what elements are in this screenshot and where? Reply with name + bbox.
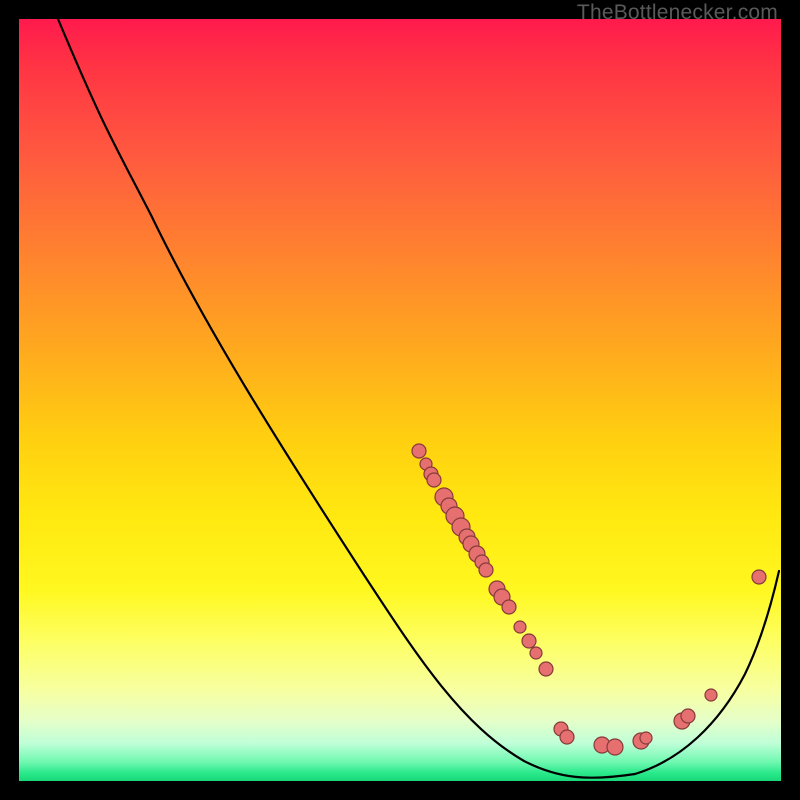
data-points-group: [412, 444, 766, 755]
data-point: [522, 634, 536, 648]
data-point: [607, 739, 623, 755]
data-point: [502, 600, 516, 614]
data-point: [752, 570, 766, 584]
data-point: [539, 662, 553, 676]
bottleneck-curve: [58, 19, 779, 778]
data-point: [560, 730, 574, 744]
data-point: [479, 563, 493, 577]
data-point: [681, 709, 695, 723]
data-point: [427, 473, 441, 487]
data-point: [640, 732, 652, 744]
chart-svg: [19, 19, 781, 781]
data-point: [530, 647, 542, 659]
data-point: [705, 689, 717, 701]
data-point: [514, 621, 526, 633]
data-point: [412, 444, 426, 458]
